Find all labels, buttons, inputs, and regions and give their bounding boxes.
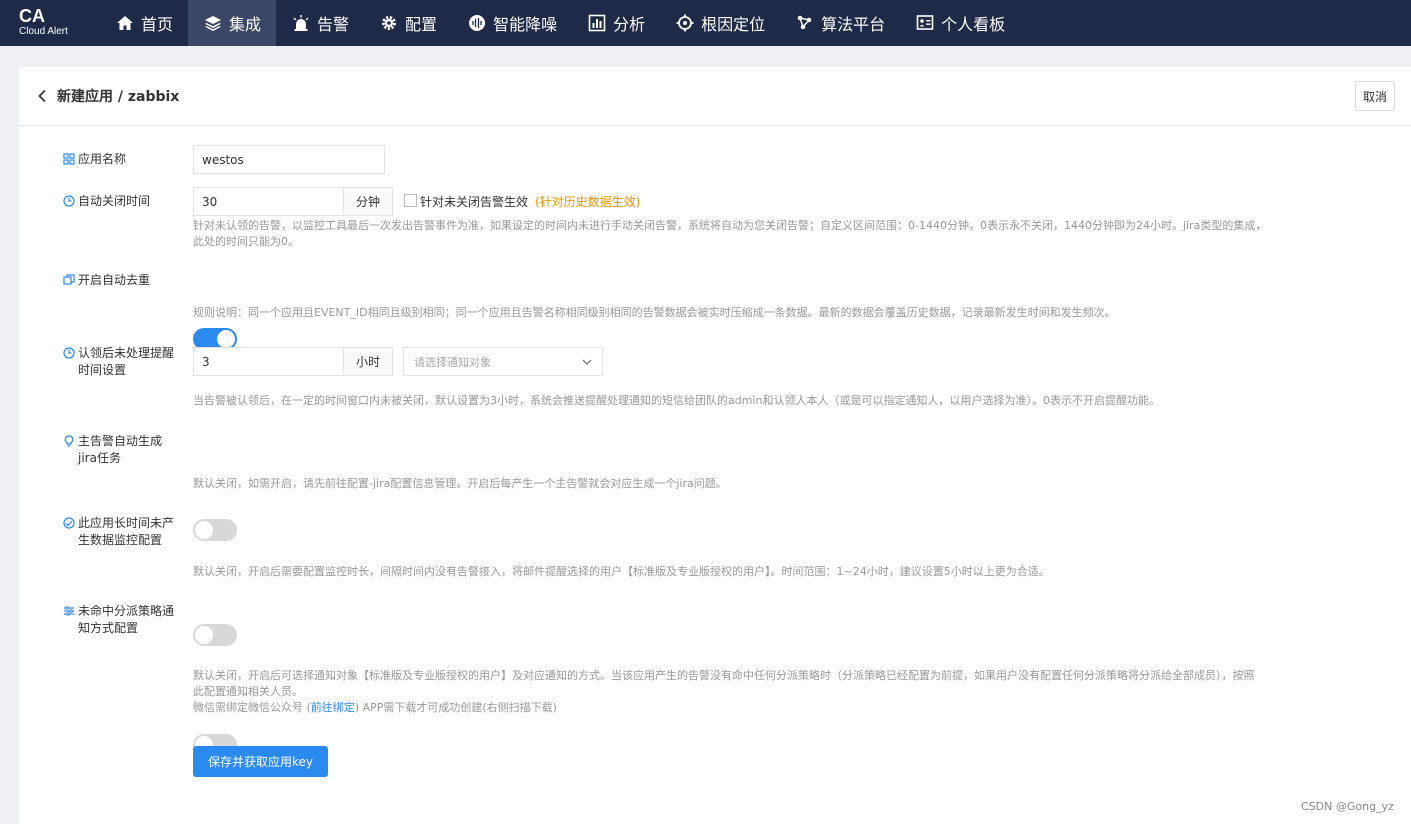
auto-close-help-line2: 此处的时间只能为0。 bbox=[193, 235, 299, 248]
cancel-button[interactable]: 取消 bbox=[1355, 81, 1395, 111]
unmatched-help-line2: 此配置通知相关人员。 bbox=[193, 685, 303, 698]
save-and-get-key-button[interactable]: 保存并获取应用key bbox=[193, 746, 328, 777]
reminder-help: 当告警被认领后，在一定的时间窗口内未被关闭，默认设置为3小时，系统会推送提醒处理… bbox=[193, 394, 1160, 407]
unclosed-alarm-checkbox[interactable] bbox=[404, 194, 417, 207]
alarm-icon bbox=[291, 13, 311, 33]
monitor-icon bbox=[63, 517, 75, 529]
dashboard-icon bbox=[915, 13, 935, 33]
unmatched-help-line1: 默认关闭，开启后可选择通知对象【标准版及专业版授权的用户】及对应通知的方式。当该… bbox=[193, 669, 1255, 682]
nav-item-label: 根因定位 bbox=[701, 15, 766, 34]
toggle-knob bbox=[195, 626, 213, 644]
form-card: 新建应用 / zabbix 取消 应用名称 westos 自动关闭时间 30 分… bbox=[19, 67, 1411, 824]
reminder-hours-input[interactable]: 3 bbox=[193, 347, 344, 376]
toggle-knob bbox=[217, 330, 235, 348]
auto-close-unit: 分钟 bbox=[344, 187, 393, 216]
select-placeholder: 请选择通知对象 bbox=[414, 355, 491, 369]
app-name-label: 应用名称 bbox=[63, 151, 126, 168]
nav-item-alarm[interactable]: 告警 bbox=[276, 0, 364, 46]
nav-item-label: 配置 bbox=[405, 15, 438, 34]
wechat-bind-note: 微信需绑定微信公众号 (前往绑定) APP需下载才可成功创建(右侧扫描下载) bbox=[193, 701, 557, 714]
jira-help: 默认关闭，如需开启，请先前往配置-jira配置信息管理。开启后每产生一个主告警就… bbox=[193, 477, 727, 490]
target-icon bbox=[675, 13, 695, 33]
history-data-note: (针对历史数据生效) bbox=[535, 195, 641, 209]
page-title: 新建应用 / zabbix bbox=[57, 89, 180, 105]
unmatched-label: 未命中分派策略通 知方式配置 bbox=[63, 603, 174, 637]
copy-icon bbox=[63, 274, 75, 286]
nav-item-integration[interactable]: 集成 bbox=[188, 0, 277, 46]
nav-item-label: 告警 bbox=[317, 15, 350, 34]
no-data-toggle[interactable] bbox=[193, 624, 237, 646]
brand-logo[interactable]: CA Cloud Alert bbox=[0, 0, 100, 46]
layers-icon bbox=[203, 13, 223, 33]
reminder-label: 认领后未处理提醒 时间设置 bbox=[63, 345, 174, 379]
bind-wechat-link[interactable]: 前往绑定 bbox=[311, 701, 355, 714]
auto-close-input[interactable]: 30 bbox=[193, 187, 344, 216]
clock-icon bbox=[63, 347, 75, 359]
nav-item-label: 智能降噪 bbox=[493, 15, 558, 34]
app-name-input[interactable]: westos bbox=[193, 145, 385, 174]
wave-icon bbox=[467, 13, 487, 33]
clock-icon bbox=[63, 195, 75, 207]
bar-chart-icon bbox=[587, 13, 607, 33]
no-data-label: 此应用长时间未产 生数据监控配置 bbox=[63, 515, 174, 549]
toggle-knob bbox=[195, 521, 213, 539]
dedup-label: 开启自动去重 bbox=[63, 272, 150, 289]
nav-item-analysis[interactable]: 分析 bbox=[572, 0, 660, 46]
notify-target-select[interactable]: 请选择通知对象 bbox=[403, 347, 603, 376]
nav-item-label: 集成 bbox=[229, 15, 262, 34]
chevron-left-icon bbox=[38, 89, 46, 103]
jira-toggle[interactable] bbox=[193, 519, 237, 541]
dedup-help: 规则说明：同一个应用且EVENT_ID相同且级别相同；同一个应用且告警名称相同级… bbox=[193, 306, 1116, 319]
top-nav: CA Cloud Alert 首页 集成 告警 配置 智能降噪 分析 根因定位 … bbox=[0, 0, 1411, 46]
reminder-hours-unit: 小时 bbox=[344, 347, 393, 376]
nav-item-dashboard[interactable]: 个人看板 bbox=[900, 0, 1020, 46]
nav-item-config[interactable]: 配置 bbox=[364, 0, 452, 46]
nav-item-label: 首页 bbox=[141, 15, 174, 34]
nav-item-label: 算法平台 bbox=[821, 15, 886, 34]
nodes-icon bbox=[795, 13, 815, 33]
brand-subtitle: Cloud Alert bbox=[19, 26, 68, 37]
nav-item-label: 个人看板 bbox=[941, 15, 1006, 34]
nav-item-noise-reduction[interactable]: 智能降噪 bbox=[452, 0, 572, 46]
sliders-icon bbox=[63, 605, 75, 617]
nav-item-label: 分析 bbox=[613, 15, 646, 34]
brand-title: CA bbox=[19, 6, 45, 26]
no-data-help: 默认关闭，开启后需要配置监控时长，间隔时间内没有告警接入，将邮件提醒选择的用户【… bbox=[193, 565, 1050, 578]
nav-item-root-cause[interactable]: 根因定位 bbox=[660, 0, 780, 46]
nav-item-home[interactable]: 首页 bbox=[100, 0, 188, 46]
chevron-down-icon bbox=[582, 359, 592, 365]
auto-close-help-line1: 针对未认领的告警，以监控工具最后一次发出告警事件为准，如果设定的时间内未进行手动… bbox=[193, 219, 1267, 232]
nav-item-algorithm[interactable]: 算法平台 bbox=[780, 0, 900, 46]
home-icon bbox=[115, 13, 135, 33]
grid-icon bbox=[63, 153, 75, 165]
jira-label: 主告警自动生成 jira任务 bbox=[63, 433, 162, 467]
watermark: CSDN @Gong_yz bbox=[1301, 800, 1394, 813]
back-button[interactable]: 新建应用 / zabbix bbox=[37, 86, 179, 106]
unclosed-alarm-checkbox-label: 针对未关闭告警生效 bbox=[420, 195, 529, 209]
gear-icon bbox=[379, 13, 399, 33]
card-header: 新建应用 / zabbix 取消 bbox=[19, 67, 1411, 126]
auto-close-label: 自动关闭时间 bbox=[63, 193, 150, 210]
bulb-icon bbox=[63, 435, 75, 447]
